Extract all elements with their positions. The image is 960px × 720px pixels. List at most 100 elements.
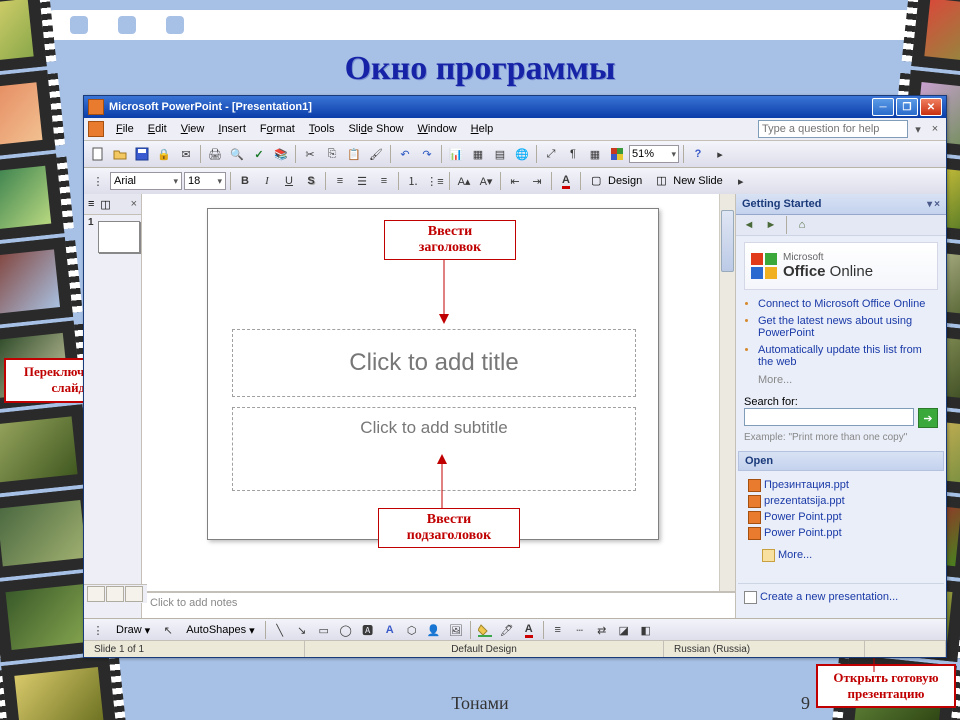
taskpane-dropdown-icon[interactable]: ▾ — [927, 199, 932, 210]
table-icon[interactable]: ▦ — [468, 144, 488, 164]
underline-icon[interactable]: U — [279, 171, 299, 191]
menu-insert[interactable]: Insert — [212, 121, 252, 137]
line-icon[interactable]: ╲ — [270, 620, 290, 640]
link-news[interactable]: Get the latest news about using PowerPoi… — [758, 315, 912, 339]
menu-edit[interactable]: Edit — [142, 121, 173, 137]
research-icon[interactable]: 📚 — [271, 144, 291, 164]
new-slide-button[interactable]: ◫New Slide — [650, 171, 729, 191]
decrease-font-icon[interactable]: A▾ — [476, 171, 496, 191]
subtitle-placeholder[interactable]: Click to add subtitle — [232, 407, 636, 491]
close-button[interactable]: ✕ — [920, 98, 942, 116]
outline-tab-icon[interactable]: ≡ — [88, 198, 94, 210]
align-center-icon[interactable]: ☰ — [352, 171, 372, 191]
drawbar-grip-icon[interactable]: ⋮ — [88, 620, 108, 640]
align-right-icon[interactable]: ≡ — [374, 171, 394, 191]
preview-icon[interactable]: 🔍 — [227, 144, 247, 164]
recent-file[interactable]: Power Point.ppt — [748, 509, 938, 525]
draw-menu-button[interactable]: Draw ▾ — [110, 620, 156, 640]
hyperlink-icon[interactable]: 🌐 — [512, 144, 532, 164]
save-icon[interactable] — [132, 144, 152, 164]
menu-window[interactable]: Window — [412, 121, 463, 137]
office-online-banner[interactable]: MicrosoftOffice Online — [744, 242, 938, 290]
italic-icon[interactable]: I — [257, 171, 277, 191]
minimize-button[interactable]: ─ — [872, 98, 894, 116]
menu-format[interactable]: Format — [254, 121, 301, 137]
clipart-icon[interactable]: 👤 — [424, 620, 444, 640]
increase-indent-icon[interactable]: ⇥ — [527, 171, 547, 191]
decrease-indent-icon[interactable]: ⇤ — [505, 171, 525, 191]
align-left-icon[interactable]: ≡ — [330, 171, 350, 191]
bullets-icon[interactable]: ⋮≡ — [425, 171, 445, 191]
recent-more[interactable]: More... — [762, 547, 938, 563]
permission-icon[interactable]: 🔒 — [154, 144, 174, 164]
shadow-icon[interactable]: S — [301, 171, 321, 191]
textbox-icon[interactable]: 🅰 — [358, 620, 378, 640]
menu-tools[interactable]: Tools — [303, 121, 341, 137]
menu-view[interactable]: View — [175, 121, 211, 137]
normal-view-icon[interactable] — [87, 586, 105, 602]
redo-icon[interactable]: ↷ — [417, 144, 437, 164]
bold-icon[interactable]: B — [235, 171, 255, 191]
increase-font-icon[interactable]: A▴ — [454, 171, 474, 191]
spellcheck-icon[interactable]: ✓ — [249, 144, 269, 164]
paste-icon[interactable]: 📋 — [344, 144, 364, 164]
outline-close-icon[interactable]: × — [131, 198, 137, 210]
grid-icon[interactable]: ▦ — [585, 144, 605, 164]
recent-file[interactable]: Презинтация.ppt — [748, 477, 938, 493]
picture-icon[interactable]: 🖼 — [446, 620, 466, 640]
email-icon[interactable]: ✉ — [176, 144, 196, 164]
autoshapes-button[interactable]: AutoShapes ▾ — [180, 620, 260, 640]
cut-icon[interactable]: ✂ — [300, 144, 320, 164]
menu-help[interactable]: Help — [465, 121, 500, 137]
font-color2-icon[interactable]: A — [519, 620, 539, 640]
select-icon[interactable]: ↖ — [158, 620, 178, 640]
line-style-icon[interactable]: ≡ — [548, 620, 568, 640]
new-icon[interactable] — [88, 144, 108, 164]
slides-tab-icon[interactable]: ◫ — [100, 198, 110, 211]
help-search-input[interactable] — [758, 120, 908, 138]
arrow-icon[interactable]: ↘ — [292, 620, 312, 640]
recent-file[interactable]: Power Point.ppt — [748, 525, 938, 541]
help-icon[interactable]: ? — [688, 144, 708, 164]
design-button[interactable]: ▢Design — [585, 171, 648, 191]
fill-color-icon[interactable] — [475, 620, 495, 640]
numbering-icon[interactable]: ⒈ — [403, 171, 423, 191]
color-icon[interactable] — [607, 144, 627, 164]
create-presentation-link[interactable]: Create a new presentation... — [744, 588, 938, 606]
links-more[interactable]: More... — [758, 374, 938, 386]
dash-style-icon[interactable]: ┄ — [570, 620, 590, 640]
expand-icon[interactable]: ⤢ — [541, 144, 561, 164]
font-color-icon[interactable]: A — [556, 171, 576, 191]
font-size-combo[interactable]: 18 — [184, 172, 226, 190]
taskpane-fwd-icon[interactable]: ► — [762, 216, 780, 234]
diagram-icon[interactable]: ⬡ — [402, 620, 422, 640]
arrow-style-icon[interactable]: ⇄ — [592, 620, 612, 640]
chart-icon[interactable]: 📊 — [446, 144, 466, 164]
vertical-scrollbar[interactable] — [719, 194, 735, 601]
taskpane-close-icon[interactable]: × — [934, 199, 940, 210]
sorter-view-icon[interactable] — [106, 586, 124, 602]
zoom-combo[interactable]: 51% — [629, 145, 679, 163]
format-painter-icon[interactable]: 🖌 — [366, 144, 386, 164]
oval-icon[interactable]: ◯ — [336, 620, 356, 640]
slideshow-view-icon[interactable] — [125, 586, 143, 602]
open-icon[interactable] — [110, 144, 130, 164]
toolbar-grip-icon[interactable]: ⋮ — [88, 171, 108, 191]
taskpane-search-input[interactable] — [744, 408, 914, 426]
link-update[interactable]: Automatically update this list from the … — [758, 344, 922, 368]
toolbar2-options-icon[interactable]: ▸ — [731, 171, 751, 191]
taskpane-back-icon[interactable]: ◄ — [740, 216, 758, 234]
show-formatting-icon[interactable]: ¶ — [563, 144, 583, 164]
search-go-button[interactable]: ➔ — [918, 408, 938, 428]
title-placeholder[interactable]: Click to add title — [232, 329, 636, 397]
menu-slideshow[interactable]: Slide Show — [342, 121, 409, 137]
tables-borders-icon[interactable]: ▤ — [490, 144, 510, 164]
line-color-icon[interactable]: 🖊 — [497, 620, 517, 640]
wordart-icon[interactable]: A — [380, 620, 400, 640]
slide-thumbnail[interactable] — [98, 221, 140, 253]
copy-icon[interactable]: ⎘ — [322, 144, 342, 164]
shadow-style-icon[interactable]: ◪ — [614, 620, 634, 640]
help-dropdown-icon[interactable]: ▾ — [912, 123, 924, 136]
font-name-combo[interactable]: Arial — [110, 172, 182, 190]
menu-file[interactable]: File — [110, 121, 140, 137]
